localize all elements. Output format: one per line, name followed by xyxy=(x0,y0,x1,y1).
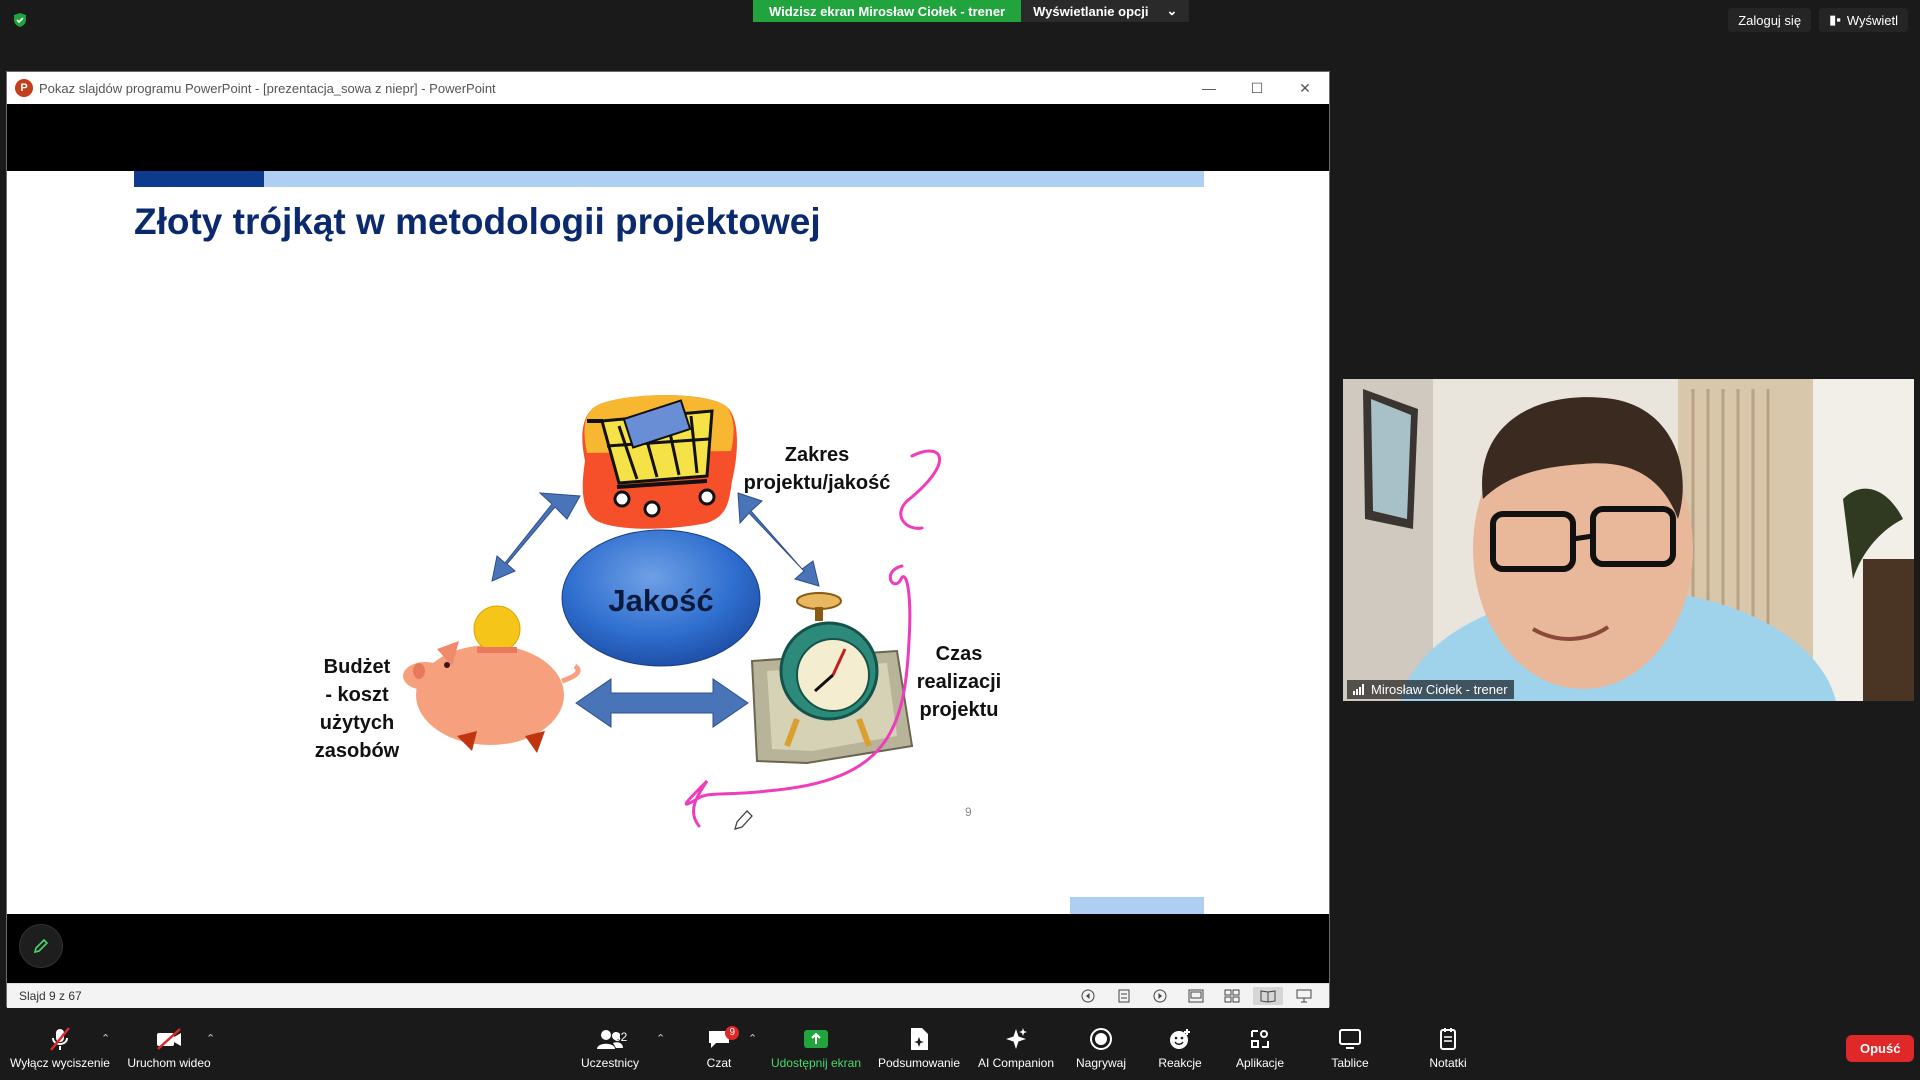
start-video-button[interactable]: Uruchom wideo xyxy=(124,1022,214,1080)
budget-label: Budżet - koszt użytych zasobów xyxy=(314,656,400,762)
participant-name-tag: Mirosław Ciołek - trener xyxy=(1347,680,1514,699)
chat-button[interactable]: 9 Czat xyxy=(689,1022,749,1080)
signal-strength-icon xyxy=(1353,684,1364,695)
participants-label: Uczestnicy xyxy=(580,1056,639,1070)
triangle-diagram: Jakość xyxy=(403,395,941,830)
chat-unread-badge: 9 xyxy=(725,1026,739,1040)
shopping-cart-clipart xyxy=(582,395,737,529)
share-screen-button[interactable]: Udostępnij ekran xyxy=(766,1022,866,1080)
view-options-button[interactable]: Wyświetlanie opcji ⌄ xyxy=(1021,0,1190,22)
slide-footer-bar xyxy=(1070,897,1204,914)
whiteboards-button[interactable]: Tablice xyxy=(1320,1022,1380,1080)
slide-canvas: Złoty trójkąt w metodologii projektowej xyxy=(7,171,1329,914)
video-options-caret-icon[interactable]: ⌃ xyxy=(206,1032,215,1045)
next-slide-icon[interactable] xyxy=(1145,987,1175,1005)
powerpoint-titlebar: P Pokaz slajdów programu PowerPoint - [p… xyxy=(7,72,1329,104)
chat-options-caret-icon[interactable]: ⌃ xyxy=(748,1032,757,1045)
participant-name: Mirosław Ciołek - trener xyxy=(1371,682,1508,697)
normal-view-icon[interactable] xyxy=(1181,987,1211,1005)
share-screen-label: Udostępnij ekran xyxy=(770,1056,862,1070)
screen-share-banner: Widzisz ekran Mirosław Ciołek - trener W… xyxy=(753,0,1190,22)
view-options-label: Wyświetlanie opcji xyxy=(1033,3,1149,19)
minimize-icon[interactable]: — xyxy=(1185,72,1233,104)
slide-page-number: 9 xyxy=(965,805,972,819)
ai-sparkle-icon xyxy=(1006,1028,1027,1049)
zoom-top-bar: Widzisz ekran Mirosław Ciołek - trener W… xyxy=(0,0,1920,40)
summary-label: Podsumowanie xyxy=(877,1056,961,1070)
apps-label: Aplikacje xyxy=(1235,1056,1285,1070)
record-button[interactable]: Nagrywaj xyxy=(1070,1022,1132,1080)
apps-icon xyxy=(1251,1030,1269,1048)
pen-icon xyxy=(33,938,49,954)
summary-document-icon xyxy=(911,1028,928,1050)
view-icon: ▮▪ xyxy=(1829,12,1841,27)
summary-button[interactable]: Podsumowanie xyxy=(874,1022,964,1080)
slide-sorter-icon[interactable] xyxy=(1217,987,1247,1005)
audio-options-caret-icon[interactable]: ⌃ xyxy=(101,1032,110,1045)
microphone-muted-icon xyxy=(50,1027,70,1051)
participants-button[interactable]: 32 Uczestnicy xyxy=(570,1022,650,1080)
pen-tool-button[interactable] xyxy=(19,924,63,968)
close-icon[interactable]: ✕ xyxy=(1281,72,1329,104)
powerpoint-statusbar: Slajd 9 z 67 xyxy=(7,983,1329,1008)
leave-meeting-button[interactable]: Opuść xyxy=(1846,1035,1915,1062)
view-button[interactable]: ▮▪ Wyświetl xyxy=(1819,8,1908,32)
reading-view-icon[interactable] xyxy=(1253,987,1283,1005)
mute-label: Wyłącz wyciszenie xyxy=(10,1056,110,1070)
quality-label: Jakość xyxy=(608,583,713,618)
pen-cursor-icon xyxy=(734,810,753,830)
window-controls: — ☐ ✕ xyxy=(1185,72,1329,104)
ai-companion-label: AI Companion xyxy=(977,1056,1055,1070)
chevron-down-icon: ⌄ xyxy=(1166,3,1178,18)
meeting-toolbar: Wyłącz wyciszenie ⌃ Uruchom wideo ⌃ 32 U… xyxy=(0,1022,1920,1080)
share-screen-icon xyxy=(804,1030,828,1048)
arrow-bottom xyxy=(575,678,749,728)
slide-letterbox-bottom xyxy=(7,914,1329,983)
previous-slide-icon[interactable] xyxy=(1073,987,1103,1005)
mute-button[interactable]: Wyłącz wyciszenie xyxy=(10,1022,110,1080)
sign-in-button[interactable]: Zaloguj się xyxy=(1728,8,1812,32)
record-icon xyxy=(1090,1028,1112,1050)
view-label: Wyświetl xyxy=(1846,12,1898,28)
participant-video[interactable]: Mirosław Ciołek - trener xyxy=(1343,379,1914,701)
reactions-button[interactable]: Reakcje xyxy=(1152,1022,1208,1080)
powerpoint-window: P Pokaz slajdów programu PowerPoint - [p… xyxy=(6,71,1330,1008)
notes-label: Notatki xyxy=(1429,1056,1467,1070)
chat-label: Czat xyxy=(706,1056,732,1070)
window-title: Pokaz slajdów programu PowerPoint - [pre… xyxy=(39,80,496,96)
status-controls xyxy=(1073,987,1319,1005)
slide-counter: Slajd 9 z 67 xyxy=(19,989,82,1003)
whiteboards-label: Tablice xyxy=(1331,1056,1369,1070)
whiteboard-icon xyxy=(1339,1029,1361,1049)
maximize-icon[interactable]: ☐ xyxy=(1233,72,1281,104)
scope-label: Zakres projektu/jakość xyxy=(743,444,891,494)
piggy-bank-clipart xyxy=(403,605,581,753)
reactions-label: Reakcje xyxy=(1158,1056,1202,1070)
start-video-label: Uruchom wideo xyxy=(127,1056,211,1070)
reactions-smiley-icon xyxy=(1170,1029,1190,1049)
participants-options-caret-icon[interactable]: ⌃ xyxy=(656,1032,665,1045)
ai-companion-button[interactable]: AI Companion xyxy=(971,1022,1061,1080)
participants-count: 32 xyxy=(614,1030,628,1044)
slideshow-view-icon[interactable] xyxy=(1289,987,1319,1005)
time-label: Czas realizacji projektu xyxy=(916,643,1002,721)
video-camera-off-icon xyxy=(157,1028,181,1050)
security-shield-icon[interactable] xyxy=(12,12,28,28)
sharing-indicator: Widzisz ekran Mirosław Ciołek - trener xyxy=(753,0,1022,22)
slide-letterbox-top xyxy=(7,104,1329,171)
powerpoint-logo-icon: P xyxy=(15,79,33,97)
apps-button[interactable]: Aplikacje xyxy=(1228,1022,1292,1080)
arrow-top-left xyxy=(491,492,581,582)
notes-icon xyxy=(1440,1028,1456,1050)
record-label: Nagrywaj xyxy=(1075,1056,1126,1070)
sign-in-label: Zaloguj się xyxy=(1738,12,1802,28)
participant-video-frame xyxy=(1343,379,1914,701)
top-right-controls: Zaloguj się ▮▪ Wyświetl xyxy=(1728,8,1908,32)
notes-button[interactable]: Notatki xyxy=(1418,1022,1478,1080)
slide-menu-icon[interactable] xyxy=(1109,987,1139,1005)
